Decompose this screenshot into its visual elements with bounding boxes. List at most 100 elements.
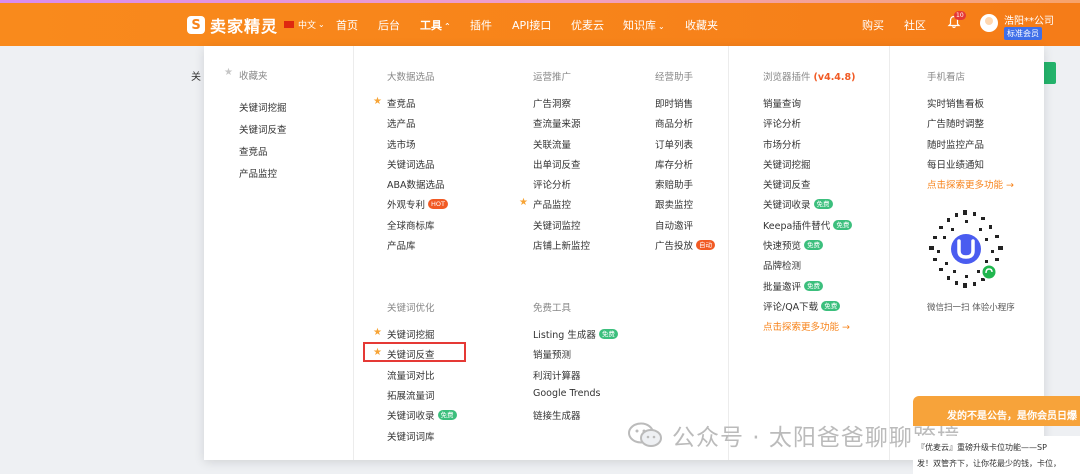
free-tag: 免费 [804,240,824,250]
qr-code-icon [929,210,1003,288]
menu-item[interactable]: 关键词收录 免费 [763,197,833,211]
menu-item[interactable]: 外观专利 HOT [387,197,448,211]
star-icon[interactable]: ★ [373,96,382,107]
menu-item[interactable]: 评论分析 [763,116,801,130]
favorite-item[interactable]: 产品监控 [239,166,277,180]
menu-item[interactable]: 广告洞察 [533,96,571,110]
menu-item[interactable]: 索赔助手 [655,177,693,191]
nav-community[interactable]: 社区 [904,17,926,33]
star-icon[interactable]: ★ [373,327,382,338]
menu-item[interactable]: 关键词反查 [763,177,811,191]
nav-home[interactable]: 首页 [336,17,358,33]
menu-item[interactable]: 批量邀评 免费 [763,279,824,293]
favorite-item[interactable]: 关键词反查 [239,122,287,136]
menu-item[interactable]: 订单列表 [655,137,693,151]
menu-item[interactable]: 快速预览 免费 [763,238,824,252]
nav-api[interactable]: API接口 [512,17,551,33]
menu-item[interactable]: 利润计算器 [533,368,581,382]
qr-caption: 微信扫一扫 体验小程序 [927,303,1015,313]
menu-item[interactable]: 拓展流量词 [387,388,435,402]
menu-item[interactable]: 产品监控 [533,197,571,211]
watermark: 公众号 · 太阳爸爸聊聊跨境 [628,418,961,452]
menu-item[interactable]: 评论/QA下载 免费 [763,299,841,313]
explore-more-link[interactable]: 点击探索更多功能 → [927,177,1014,191]
menu-item[interactable]: 店铺上新监控 [533,238,590,252]
menu-item[interactable]: 链接生成器 [533,408,581,422]
nav-tools[interactable]: 工具 ⌃ [420,17,451,33]
menu-item[interactable]: 选市场 [387,137,416,151]
menu-item[interactable]: 流量词对比 [387,368,435,382]
menu-item-label: 评论/QA下载 [763,302,819,313]
nav-knowledge[interactable]: 知识库 ⌄ [623,17,665,33]
menu-item[interactable]: 跟卖监控 [655,197,693,211]
announcement-headline: 发的不是公告，是你会员日爆 [913,396,1080,426]
star-icon[interactable]: ★ [519,197,528,208]
menu-item[interactable]: 广告随时调整 [927,116,984,130]
menu-item[interactable]: 关键词挖掘 [387,327,435,341]
menu-item[interactable]: 选产品 [387,116,416,130]
menu-item[interactable]: 全球商标库 [387,218,435,232]
chevron-down-icon: ⌄ [658,22,665,31]
menu-item[interactable]: 查竞品 [387,96,416,110]
menu-item[interactable]: 关键词词库 [387,429,435,443]
menu-item[interactable]: 销量查询 [763,96,801,110]
free-tag: 免费 [437,410,457,420]
menu-item[interactable]: 市场分析 [763,137,801,151]
top-accent-line [0,0,1080,3]
nav-favorites[interactable]: 收藏夹 [685,17,718,33]
chevron-down-icon: ⌄ [318,20,325,29]
menu-item-label: 快速预览 [763,241,802,252]
menu-item[interactable]: 产品库 [387,238,416,252]
menu-item[interactable]: 随时监控产品 [927,137,984,151]
favorite-item[interactable]: 查竞品 [239,144,268,158]
nav-backend[interactable]: 后台 [378,17,400,33]
menu-item[interactable]: Keepa插件替代 免费 [763,218,853,232]
avatar[interactable] [980,14,998,32]
menu-item[interactable]: ABA数据选品 [387,177,445,191]
announcement-line: 发！双管齐下，让你花最少的钱，卡位， [917,459,1061,468]
menu-item[interactable]: Google Trends [533,388,600,399]
menu-item[interactable]: 关联流量 [533,137,571,151]
menu-item[interactable]: 关键词收录 免费 [387,408,457,422]
hot-tag: HOT [428,199,448,209]
star-icon: ★ [224,67,233,78]
logo[interactable]: S 卖家精灵 [187,13,278,37]
menu-item[interactable]: 实时销售看板 [927,96,984,110]
language-selector[interactable]: 中文 ⌄ [284,18,325,31]
nav-buy[interactable]: 购买 [862,17,884,33]
menu-item[interactable]: 关键词选品 [387,157,435,171]
user-name[interactable]: 浩阳**公司 [1004,12,1054,27]
menu-item[interactable]: 自动邀评 [655,218,693,232]
menu-item[interactable]: 出单词反查 [533,157,581,171]
promo-title: 运营推广 [533,72,572,83]
chevron-up-icon: ⌃ [444,22,451,31]
column-divider [353,46,354,460]
menu-item[interactable]: 查流量来源 [533,116,581,130]
china-flag-icon [284,21,294,28]
menu-item[interactable]: 广告投放 自动 [655,238,716,252]
menu-item[interactable]: 评论分析 [533,177,571,191]
menu-item[interactable]: 关键词挖掘 [763,157,811,171]
menu-item[interactable]: Listing 生成器 免费 [533,327,618,341]
menu-item[interactable]: 库存分析 [655,157,693,171]
big-data-title: 大数据选品 [387,72,435,83]
menu-item[interactable]: 品牌检测 [763,258,801,272]
notification-badge: 10 [954,11,966,20]
menu-item[interactable]: 销量预测 [533,347,571,361]
nav-youmaiyun[interactable]: 优麦云 [571,17,604,33]
menu-item[interactable]: 每日业绩通知 [927,157,984,171]
red-highlight-box [363,342,466,362]
menu-item[interactable]: 商品分析 [655,116,693,130]
menu-item-label: 外观专利 [387,200,426,211]
free-tools-title: 免费工具 [533,303,572,314]
announcement-popup[interactable]: 发的不是公告，是你会员日爆 『优麦云』重磅升级卡位功能——SP 发！双管齐下，让… [913,396,1080,474]
browser-plugin-title: 浏览器插件 (v4.4.8) [763,69,855,83]
favorite-item[interactable]: 关键词挖掘 [239,100,287,114]
member-badge: 标准会员 [1004,27,1042,40]
menu-item-label: Listing 生成器 [533,330,596,341]
nav-plugin[interactable]: 插件 [470,17,492,33]
announcement-body: 『优麦云』重磅升级卡位功能——SP 发！双管齐下，让你花最少的钱，卡位， [913,436,1080,474]
menu-item[interactable]: 即时销售 [655,96,693,110]
explore-more-link[interactable]: 点击探索更多功能 → [763,319,850,333]
menu-item[interactable]: 关键词监控 [533,218,581,232]
